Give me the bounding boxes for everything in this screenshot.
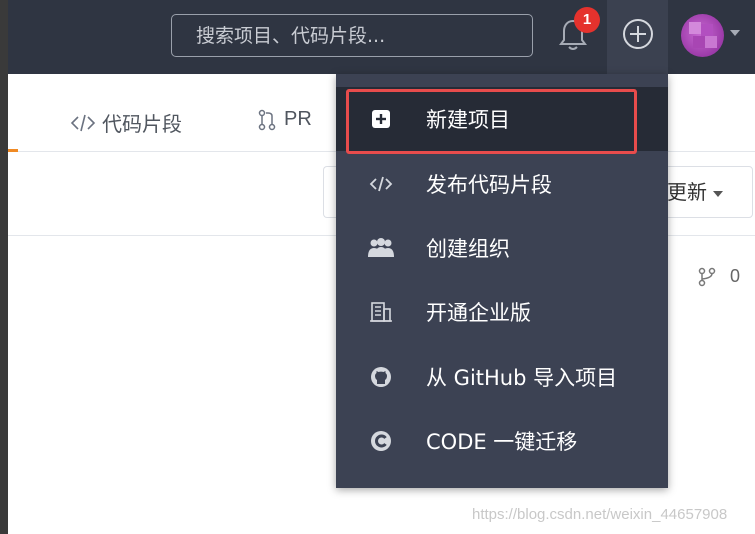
team-icon [336, 237, 426, 259]
watermark-text: https://blog.csdn.net/weixin_44657908 [472, 506, 728, 523]
menu-item-enterprise[interactable]: 开通企业版 [336, 280, 668, 344]
notification-badge: 1 [574, 7, 600, 33]
create-menu-toggle[interactable] [607, 0, 668, 74]
menu-item-label: 从 GitHub 导入项目 [426, 366, 618, 390]
menu-item-label: 创建组织 [426, 237, 510, 261]
fork-icon [698, 267, 716, 286]
building-icon [336, 300, 426, 324]
chevron-down-icon [713, 190, 723, 197]
menu-item-publish-snippet[interactable]: 发布代码片段 [336, 152, 668, 216]
menu-item-label: CODE 一键迁移 [426, 430, 578, 454]
menu-item-code-migrate[interactable]: CODE 一键迁移 [336, 409, 668, 473]
plus-square-icon [336, 108, 426, 130]
pull-request-icon [258, 109, 276, 130]
menu-item-label: 新建项目 [426, 108, 510, 132]
code-icon [336, 174, 426, 194]
tab-code-snippets[interactable]: 代码片段 [70, 108, 182, 137]
create-dropdown-menu: 新建项目 发布代码片段 创建组织 开通企业版 从 GitHub 导入项目 COD… [336, 74, 668, 488]
search-input[interactable] [171, 14, 533, 57]
tab-pull-requests[interactable]: PR [258, 108, 312, 131]
menu-item-import-github[interactable]: 从 GitHub 导入项目 [336, 345, 668, 409]
window-edge [0, 0, 8, 534]
fork-count[interactable]: 0 [698, 266, 740, 287]
menu-item-label: 发布代码片段 [426, 173, 552, 197]
fork-count-value: 0 [730, 266, 741, 286]
menu-item-new-project[interactable]: 新建项目 [336, 87, 668, 151]
code-migrate-icon [336, 429, 426, 453]
menu-item-create-org[interactable]: 创建组织 [336, 216, 668, 280]
github-icon [336, 365, 426, 389]
top-navbar [8, 0, 755, 74]
avatar[interactable] [681, 14, 724, 57]
tab-pr-label: PR [284, 108, 312, 130]
plus-circle-icon [623, 19, 653, 49]
code-icon [70, 114, 96, 131]
sort-label: 更新 [667, 180, 707, 204]
avatar-caret-icon[interactable] [730, 30, 740, 36]
tab-code-label: 代码片段 [102, 112, 182, 136]
menu-item-label: 开通企业版 [426, 301, 531, 325]
